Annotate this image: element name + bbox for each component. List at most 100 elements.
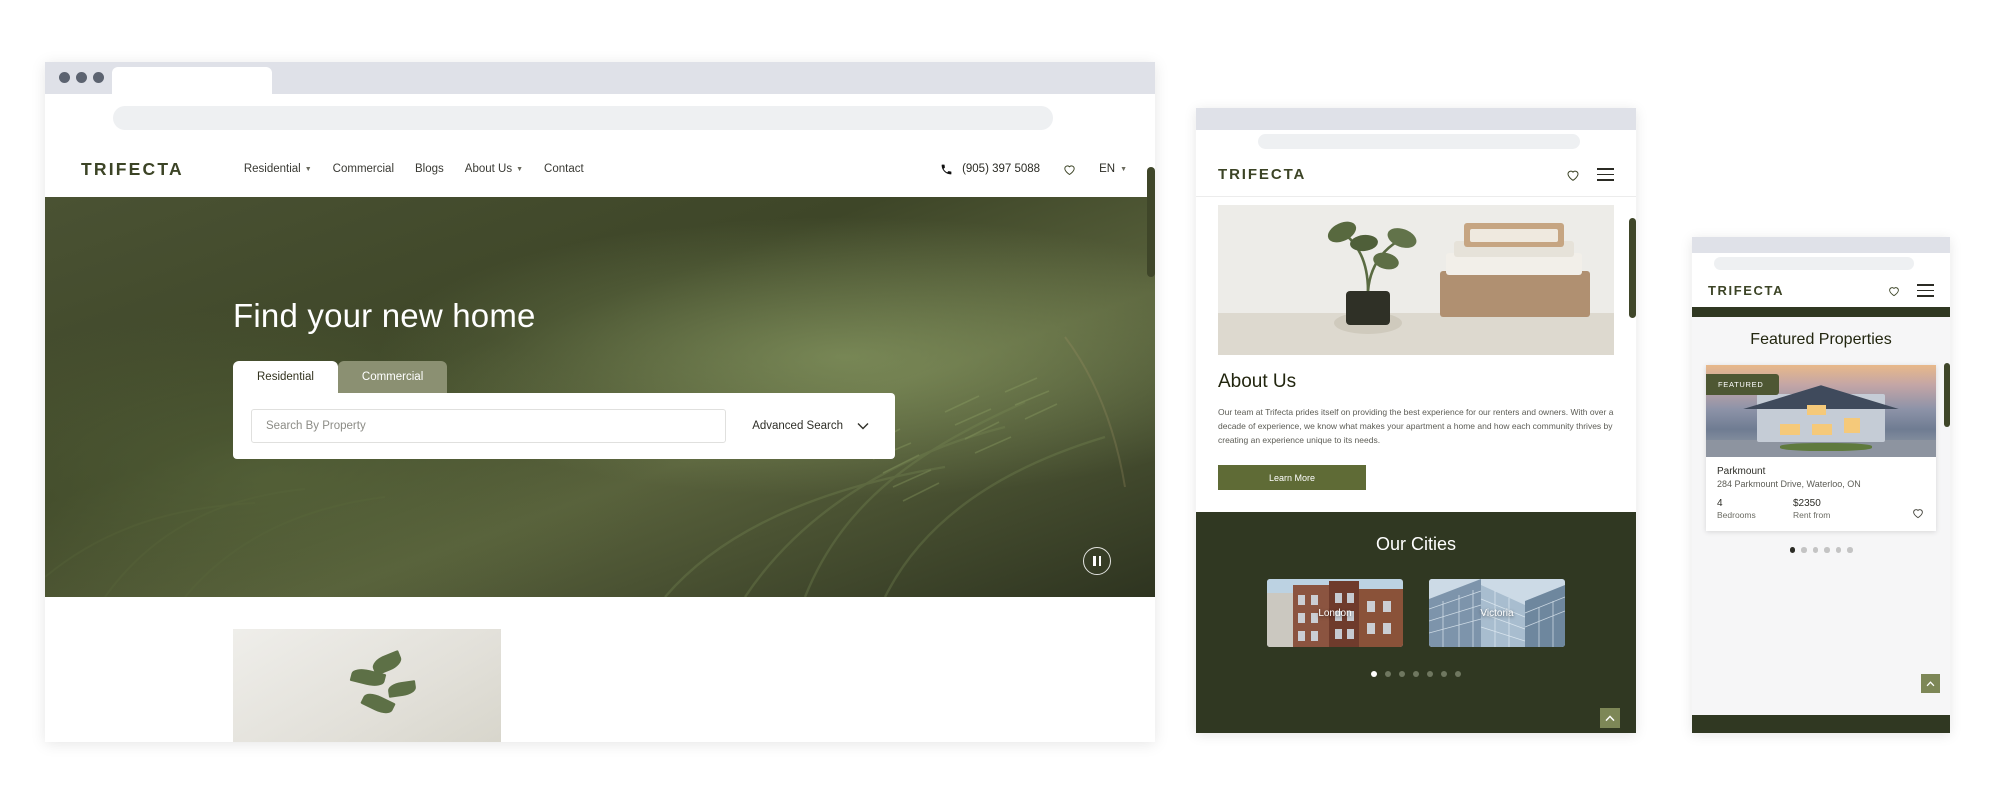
pagination-dot[interactable] [1385, 671, 1391, 678]
page-scrollbar[interactable] [1147, 167, 1155, 277]
nav-item-label: Blogs [415, 163, 444, 175]
pause-icon [1093, 556, 1096, 566]
about-heading: About Us [1218, 371, 1297, 392]
chevron-up-icon [1605, 714, 1615, 721]
phone-link[interactable]: (905) 397 5088 [940, 163, 1040, 176]
site-logo[interactable]: TRIFECTA [1218, 166, 1306, 183]
pagination-dot[interactable] [1824, 547, 1830, 553]
tab-commercial[interactable]: Commercial [337, 361, 448, 393]
page-scrollbar[interactable] [1944, 363, 1950, 427]
window-controls[interactable] [59, 72, 104, 83]
heart-icon[interactable] [1565, 167, 1581, 183]
pagination-dot[interactable] [1847, 547, 1853, 553]
learn-more-button[interactable]: Learn More [1218, 465, 1366, 491]
cities-pagination[interactable] [1218, 671, 1614, 678]
our-cities-section: Our Cities London Victoria [1196, 512, 1636, 733]
tab-residential[interactable]: Residential [233, 361, 338, 393]
desktop-site-navbar: TRIFECTA Residential ▼ Commercial Blogs … [45, 141, 1155, 197]
nav-item-commercial[interactable]: Commercial [333, 163, 394, 175]
upper-window-light [1807, 404, 1826, 415]
leaf-shape [387, 679, 418, 698]
hero-content: Find your new home Residential Commercia… [233, 297, 895, 459]
phone-number: (905) 397 5088 [962, 163, 1041, 175]
favorite-button[interactable] [1911, 506, 1925, 520]
chevron-down-icon: ▼ [516, 165, 524, 173]
minimize-icon[interactable] [76, 72, 87, 83]
heart-icon[interactable] [1887, 284, 1901, 298]
nav-item-contact[interactable]: Contact [544, 163, 584, 175]
language-selector[interactable]: EN ▼ [1099, 163, 1127, 175]
mobile-address-bar [1692, 253, 1950, 274]
price-label: Rent from [1793, 510, 1831, 520]
about-paragraph: Our team at Trifecta prides itself on pr… [1218, 407, 1614, 446]
page-scrollbar[interactable] [1629, 218, 1636, 318]
property-card[interactable]: FEATURED Parkmount 284 Parkmount Drive, … [1706, 365, 1936, 531]
tablet-browser-chrome [1196, 108, 1636, 130]
below-hero-section [45, 597, 1155, 742]
nav-item-residential[interactable]: Residential ▼ [244, 163, 312, 175]
city-card-london[interactable]: London [1267, 579, 1403, 648]
bedrooms-value: 4 [1717, 498, 1723, 509]
tablet-browser-window: TRIFECTA About Us Our team at Trifecta p… [1196, 108, 1636, 733]
url-input[interactable] [113, 106, 1053, 130]
nav-item-label: Residential [243, 163, 301, 175]
interior-photo [233, 629, 501, 742]
nav-item-label: Contact [544, 163, 584, 175]
close-icon[interactable] [59, 72, 70, 83]
pagination-dot[interactable] [1413, 671, 1419, 678]
phone-icon [941, 164, 952, 174]
mobile-browser-window: TRIFECTA Featured Properties FEATURED Pa… [1692, 237, 1950, 733]
nav-item-about-us[interactable]: About Us ▼ [465, 163, 523, 175]
city-card-list: London Victoria [1218, 579, 1614, 648]
scroll-to-top-button[interactable] [1921, 674, 1940, 693]
door-light [1844, 418, 1861, 434]
site-logo[interactable]: TRIFECTA [1708, 283, 1784, 298]
scroll-to-top-button[interactable] [1600, 708, 1620, 729]
advanced-search-label: Advanced Search [752, 420, 843, 432]
cities-heading: Our Cities [1375, 534, 1456, 555]
property-photo: FEATURED [1706, 365, 1936, 457]
featured-pagination[interactable] [1706, 547, 1936, 553]
chevron-down-icon [857, 423, 869, 430]
advanced-search-toggle[interactable]: Advanced Search [752, 420, 869, 432]
pagination-dot[interactable] [1371, 671, 1377, 678]
language-label: EN [1099, 163, 1116, 175]
mobile-site-header: TRIFECTA [1692, 274, 1950, 307]
search-input[interactable]: Search By Property [251, 409, 727, 443]
heart-icon[interactable] [1062, 162, 1077, 177]
city-name-label: London [1318, 607, 1352, 619]
pagination-dot[interactable] [1455, 671, 1461, 678]
pagination-dot[interactable] [1399, 671, 1405, 678]
property-details: Parkmount 284 Parkmount Drive, Waterloo,… [1706, 457, 1936, 531]
tablet-site-header: TRIFECTA [1196, 153, 1636, 197]
pagination-dot[interactable] [1789, 547, 1795, 553]
hamburger-icon[interactable] [1597, 168, 1614, 181]
url-input[interactable] [1714, 257, 1914, 270]
about-photo [1218, 205, 1614, 355]
city-card-victoria[interactable]: Victoria [1429, 579, 1565, 648]
nav-item-blogs[interactable]: Blogs [415, 163, 444, 175]
desktop-browser-window: TRIFECTA Residential ▼ Commercial Blogs … [45, 62, 1155, 742]
url-input[interactable] [1258, 134, 1580, 149]
hero-section: Find your new home Residential Commercia… [45, 197, 1155, 597]
bedrooms-stat: 4 Bedrooms [1717, 498, 1793, 520]
nav-item-label: Commercial [332, 163, 395, 175]
pagination-dot[interactable] [1812, 547, 1818, 553]
site-logo[interactable]: TRIFECTA [81, 159, 184, 180]
pagination-dot[interactable] [1427, 671, 1433, 678]
pagination-dot[interactable] [1835, 547, 1841, 553]
hero-pause-button[interactable] [1083, 547, 1111, 575]
pagination-dot[interactable] [1441, 671, 1447, 678]
bedrooms-label: Bedrooms [1717, 510, 1756, 520]
chevron-up-icon [1926, 680, 1935, 686]
desktop-address-bar [45, 94, 1155, 173]
maximize-icon[interactable] [93, 72, 104, 83]
mobile-header-actions [1887, 284, 1934, 298]
featured-badge: FEATURED [1706, 374, 1780, 395]
pagination-dot[interactable] [1801, 547, 1807, 553]
hamburger-icon[interactable] [1917, 284, 1934, 297]
search-panel: Search By Property Advanced Search [233, 393, 895, 459]
property-title: Parkmount [1717, 466, 1766, 477]
lawn [1779, 443, 1872, 452]
browser-tab[interactable] [112, 67, 272, 94]
